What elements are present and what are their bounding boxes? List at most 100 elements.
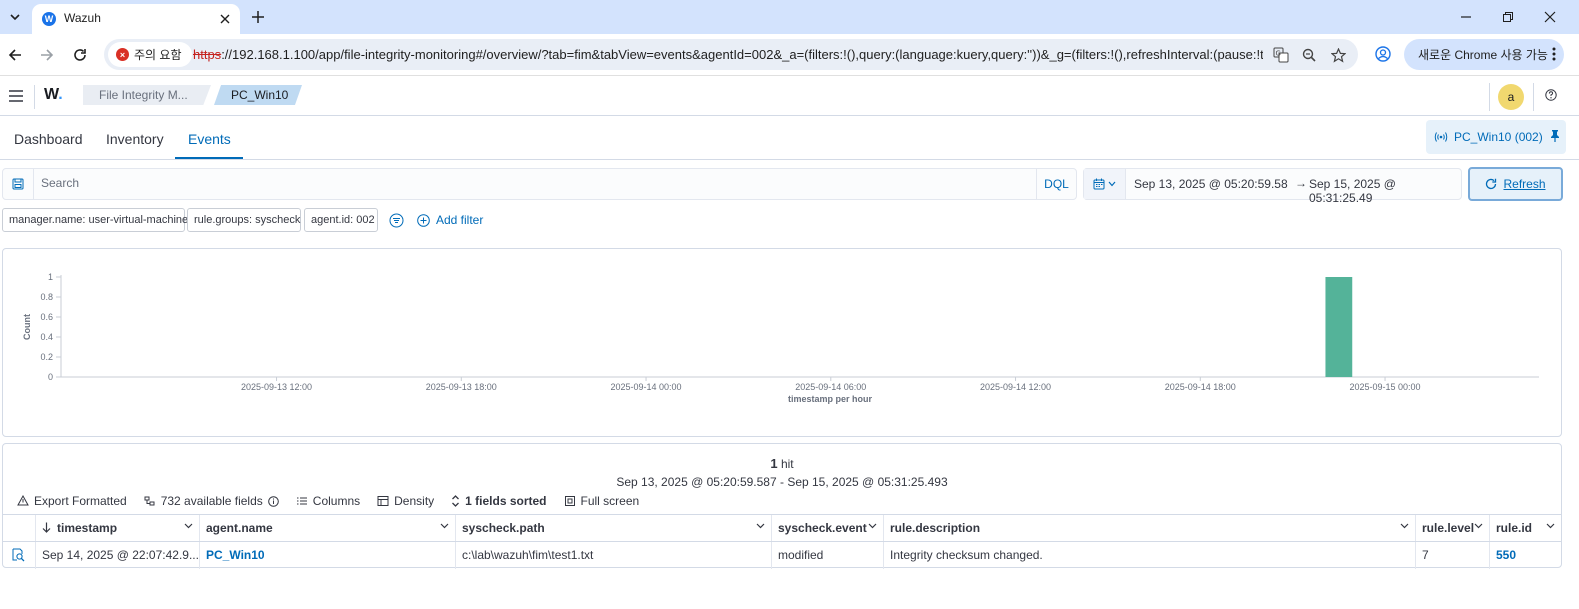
events-histogram: 0 0.2 0.4 0.6 0.8 1 2025-09-13 12:00 2025-09-13… <box>22 272 1539 404</box>
arrow-right-icon <box>41 49 54 61</box>
url-text[interactable]: https://192.168.1.100/app/file-integrity… <box>193 47 1263 62</box>
minimize-button[interactable] <box>1455 6 1477 28</box>
x-tick-label: 2025-09-13 18:00 <box>426 382 497 392</box>
refresh-button[interactable]: Refresh <box>1468 167 1563 201</box>
cell-syscheck-event: modified <box>771 542 883 569</box>
security-warning-chip[interactable]: × 주의 요함 <box>108 42 192 67</box>
tab-events[interactable]: Events <box>188 131 231 147</box>
reload-button[interactable] <box>69 44 91 66</box>
export-button[interactable]: Export Formatted <box>17 494 127 508</box>
y-tick-label: 0.2 <box>40 352 53 362</box>
chevron-down-icon <box>756 523 765 529</box>
browser-tab[interactable]: W Wazuh <box>32 4 240 34</box>
header-divider <box>1533 83 1534 111</box>
cell-agent-name-link[interactable]: PC_Win10 <box>199 542 455 569</box>
address-bar[interactable]: × 주의 요함 https://192.168.1.100/app/file-i… <box>104 39 1358 70</box>
restore-icon <box>1503 12 1513 22</box>
module-tabs: Dashboard Inventory Events PC_Win10 (002… <box>0 117 1579 160</box>
column-header-timestamp[interactable]: timestamp <box>35 515 199 542</box>
close-window-button[interactable] <box>1539 6 1561 28</box>
forward-button[interactable] <box>36 44 58 66</box>
column-header-syscheck-path[interactable]: syscheck.path <box>455 515 771 542</box>
sort-label: 1 fields sorted <box>465 494 547 508</box>
tab-dashboard[interactable]: Dashboard <box>14 131 83 147</box>
y-tick-label: 0.4 <box>40 332 53 342</box>
tab-inventory[interactable]: Inventory <box>106 131 164 147</box>
column-header-label: timestamp <box>57 521 118 535</box>
column-header-syscheck-event[interactable]: syscheck.event <box>771 515 883 542</box>
pinned-agent-badge[interactable]: PC_Win10 (002) <box>1426 120 1566 154</box>
filter-menu-icon[interactable] <box>389 213 404 228</box>
date-end[interactable]: Sep 15, 2025 @ 05:31:25.49 <box>1309 177 1461 205</box>
date-start[interactable]: Sep 13, 2025 @ 05:20:59.58 <box>1134 177 1288 191</box>
saved-query-button[interactable] <box>3 169 34 199</box>
query-language-button[interactable]: DQL <box>1036 169 1076 199</box>
hits-number: 1 <box>770 456 778 471</box>
export-label: Export Formatted <box>34 494 127 508</box>
column-header-rule-id[interactable]: rule.id <box>1489 515 1561 542</box>
header-divider <box>34 85 35 109</box>
arrow-left-icon <box>8 49 21 61</box>
available-fields-button[interactable]: 732 available fields <box>144 494 279 508</box>
add-filter-button[interactable]: Add filter <box>417 213 483 227</box>
close-tab-button[interactable] <box>216 10 234 28</box>
url-protocol: https <box>193 47 222 62</box>
breadcrumb-module[interactable]: File Integrity M... <box>83 85 211 105</box>
cell-timestamp: Sep 14, 2025 @ 22:07:42.9... <box>35 542 199 569</box>
fullscreen-button[interactable]: Full screen <box>564 494 639 508</box>
x-tick-label: 2025-09-14 00:00 <box>611 382 682 392</box>
tab-search-button[interactable] <box>4 6 26 28</box>
filter-pill[interactable]: rule.groups: syscheck <box>187 208 301 232</box>
inspect-document-button[interactable] <box>3 542 35 569</box>
grid-control-header <box>3 515 35 542</box>
browser-tab-strip: W Wazuh <box>0 0 1579 34</box>
header-divider <box>1489 83 1490 111</box>
translate-button[interactable]: G <box>1271 45 1291 65</box>
agent-badge-label: PC_Win10 (002) <box>1454 130 1543 144</box>
help-icon <box>1545 89 1557 101</box>
column-header-rule-level[interactable]: rule.level <box>1415 515 1489 542</box>
help-button[interactable] <box>1543 87 1559 103</box>
chrome-update-button[interactable]: 새로운 Chrome 사용 가능 <box>1404 39 1564 70</box>
user-avatar[interactable]: a <box>1498 84 1524 110</box>
cell-rule-id-link[interactable]: 550 <box>1489 542 1561 569</box>
chevron-down-icon <box>1546 523 1555 529</box>
profile-button[interactable] <box>1372 43 1394 65</box>
hamburger-icon <box>9 90 23 102</box>
y-axis-title: Count <box>22 314 32 340</box>
quick-select-button[interactable] <box>1084 169 1126 199</box>
arrow-down-icon <box>42 522 51 533</box>
cell-syscheck-path: c:\lab\wazuh\fim\test1.txt <box>455 542 771 569</box>
sort-button[interactable]: 1 fields sorted <box>451 494 547 508</box>
table-row: Sep 14, 2025 @ 22:07:42.9... PC_Win10 c:… <box>3 541 1561 569</box>
column-header-label: syscheck.path <box>462 521 545 535</box>
refresh-label: Refresh <box>1503 177 1546 191</box>
browser-tab-title: Wazuh <box>64 11 101 25</box>
sort-icon <box>452 495 460 507</box>
column-header-rule-description[interactable]: rule.description <box>883 515 1415 542</box>
column-header-agent-name[interactable]: agent.name <box>199 515 455 542</box>
menu-button[interactable] <box>6 86 26 106</box>
inspect-icon <box>12 548 25 562</box>
active-tab-indicator <box>175 157 243 159</box>
breadcrumb-agent[interactable]: PC_Win10 <box>214 85 302 105</box>
new-tab-button[interactable] <box>248 7 268 27</box>
hits-label: hit <box>780 457 794 471</box>
column-header-label: rule.description <box>890 521 981 535</box>
zoom-button[interactable] <box>1299 45 1319 65</box>
wazuh-logo[interactable]: W. <box>44 86 63 104</box>
filter-pill[interactable]: manager.name: user-virtual-machine <box>2 208 188 232</box>
y-tick-label: 1 <box>48 272 53 282</box>
cell-rule-level: 7 <box>1415 542 1489 569</box>
restore-button[interactable] <box>1497 6 1519 28</box>
back-button[interactable] <box>4 44 26 66</box>
bookmark-button[interactable] <box>1328 45 1348 65</box>
search-input[interactable]: Search <box>41 176 79 190</box>
columns-button[interactable]: Columns <box>296 494 360 508</box>
pin-icon[interactable] <box>1550 130 1560 142</box>
results-grid: timestamp agent.name syscheck.path sysch… <box>3 514 1561 569</box>
density-button[interactable]: Density <box>377 494 434 508</box>
table-density-icon <box>377 496 389 506</box>
x-tick-label: 2025-09-14 12:00 <box>980 382 1051 392</box>
filter-pill[interactable]: agent.id: 002 <box>304 208 378 232</box>
